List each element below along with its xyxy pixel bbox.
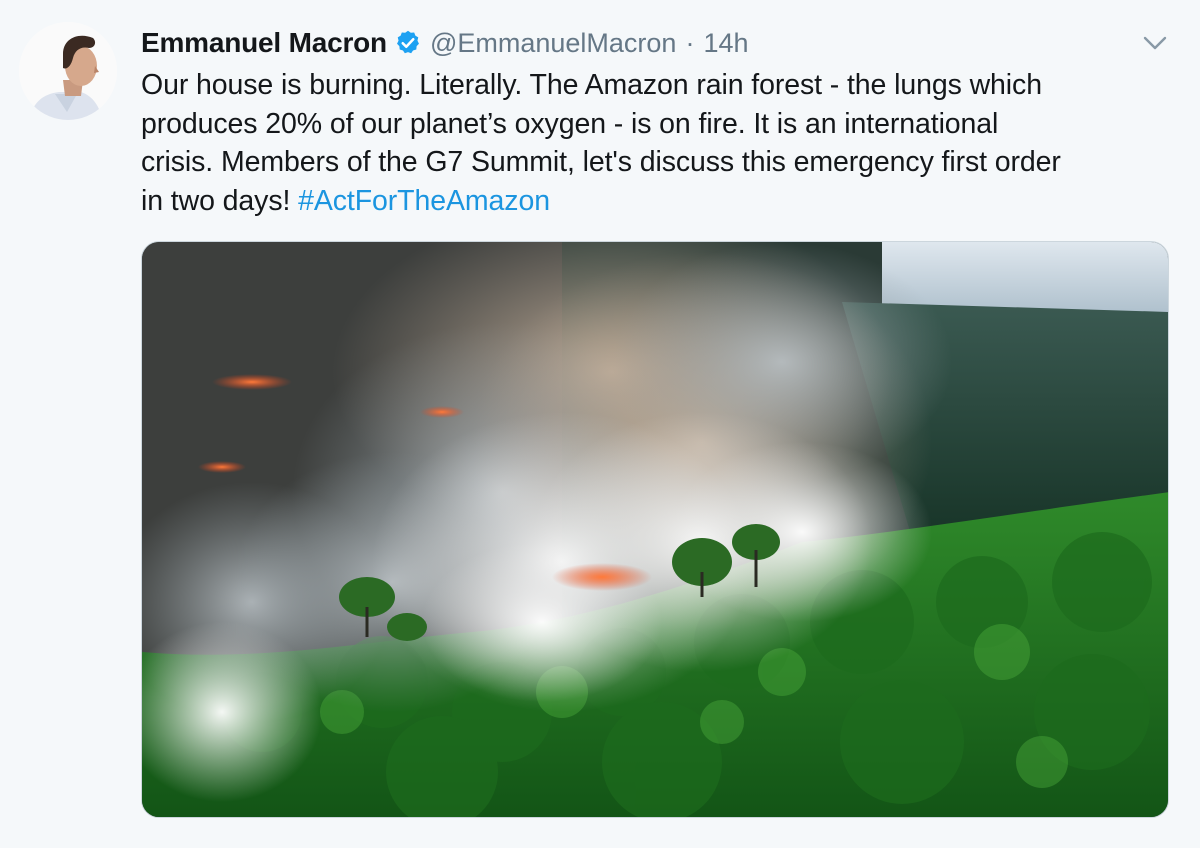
chevron-down-icon[interactable]: [1140, 30, 1170, 56]
tweet-media-photo[interactable]: [141, 241, 1169, 818]
tweet-text: Our house is burning. Literally. The Ama…: [141, 66, 1181, 220]
tweet-card[interactable]: Emmanuel Macron @EmmanuelMacron · 14h Ou…: [0, 0, 1200, 848]
tweet-text-line: crisis. Members of the G7 Summit, let's …: [141, 146, 1061, 178]
tweet-timestamp[interactable]: 14h: [703, 28, 748, 59]
tweet-text-line: Our house is burning. Literally. The Ama…: [141, 69, 1042, 101]
tweet-header: Emmanuel Macron @EmmanuelMacron · 14h: [141, 23, 749, 63]
tweet-text-line: in two days! #ActForTheAmazon: [141, 182, 1181, 221]
author-avatar[interactable]: [19, 22, 117, 120]
author-handle[interactable]: @EmmanuelMacron: [430, 28, 677, 59]
avatar-photo: [19, 22, 117, 120]
forest-fire-image: [142, 242, 1168, 817]
header-separator: ·: [685, 27, 695, 58]
tweet-text-segment: in two days!: [141, 184, 299, 217]
hashtag-link[interactable]: #ActForTheAmazon: [298, 185, 550, 217]
tweet-text-line: produces 20% of our planet’s oxygen - is…: [141, 107, 999, 140]
author-name[interactable]: Emmanuel Macron: [141, 27, 387, 59]
verified-badge-icon: [394, 29, 422, 57]
